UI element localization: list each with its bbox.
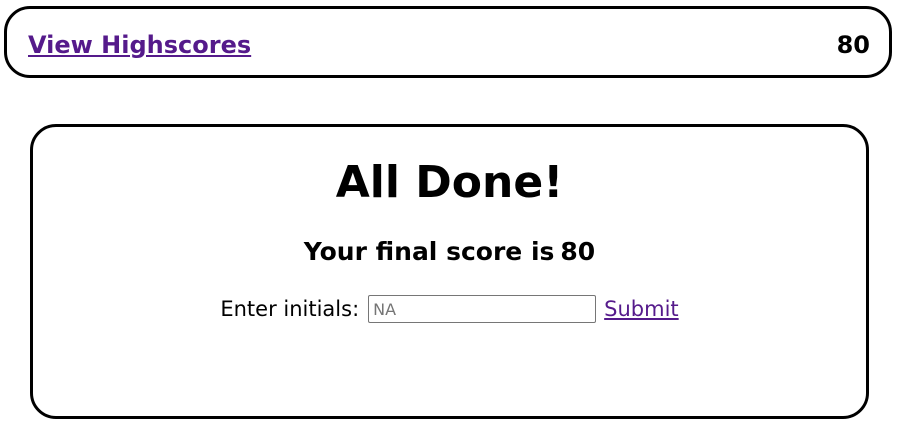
initials-form: Enter initials: Submit (33, 293, 866, 325)
final-score-text: Your final score is 80 (33, 237, 866, 267)
view-highscores-link[interactable]: View Highscores (28, 31, 251, 59)
top-bar: View Highscores 80 (4, 6, 892, 78)
final-score-label: Your final score is (303, 237, 555, 266)
initials-label: Enter initials: (220, 297, 360, 321)
results-card: All Done! Your final score is 80 Enter in… (30, 124, 869, 419)
initials-input[interactable] (368, 295, 597, 323)
current-score: 80 (836, 31, 870, 59)
page-title: All Done! (335, 157, 564, 208)
final-score-value: 80 (560, 237, 596, 266)
submit-link[interactable]: Submit (604, 297, 679, 321)
